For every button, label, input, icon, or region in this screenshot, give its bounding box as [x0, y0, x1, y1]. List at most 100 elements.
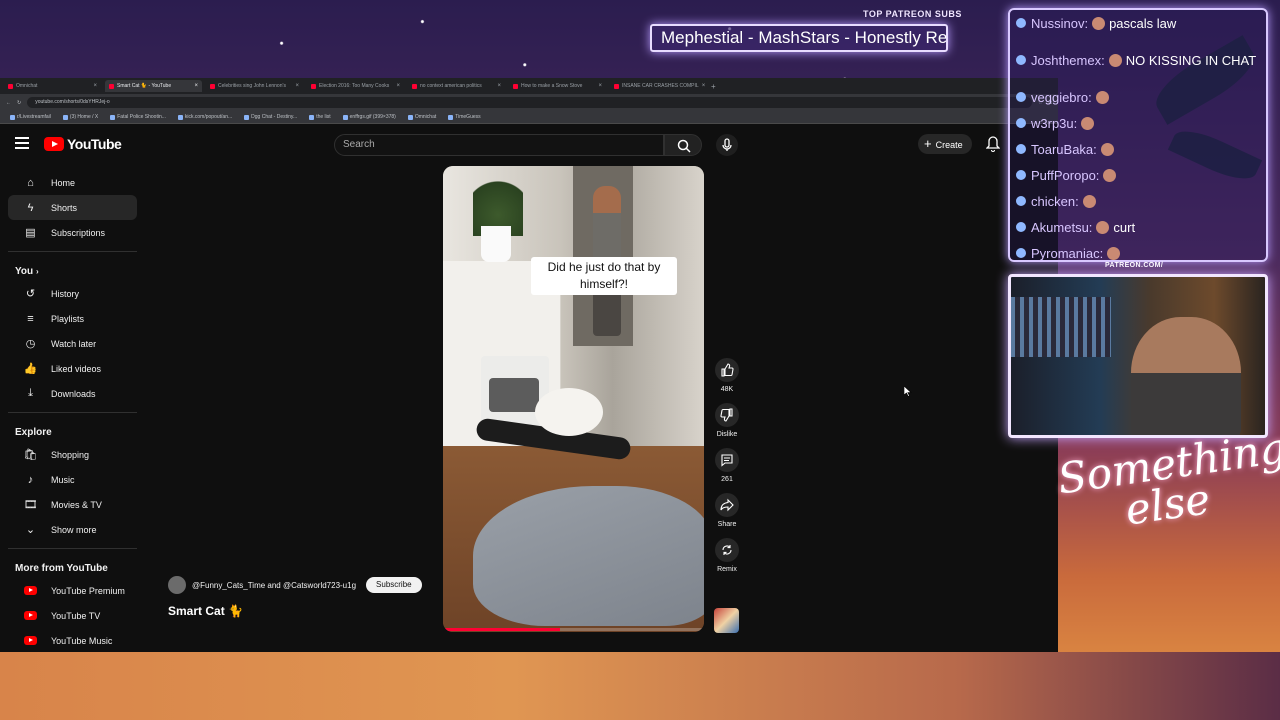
- youtube-red-icon: [24, 634, 37, 647]
- chat-emote-icon: [1092, 16, 1106, 30]
- bookmark-favicon-icon: [407, 114, 413, 120]
- close-tab-icon[interactable]: ×: [194, 83, 198, 89]
- browser-tab[interactable]: How to make a Snow Stove ×: [509, 80, 606, 92]
- tab-favicon-icon: [513, 83, 518, 89]
- sidebar-item-show-more[interactable]: ⌄ Show more: [8, 517, 137, 542]
- chat-username: PuffPoropo:: [1031, 167, 1100, 183]
- browser-tab[interactable]: Smart Cat 🐈 - YouTube ×: [105, 80, 202, 92]
- bookmark-item[interactable]: the list: [309, 114, 331, 120]
- bookmark-favicon-icon: [177, 114, 183, 120]
- bookmark-favicon-icon: [10, 114, 15, 120]
- sidebar-item-youtube-tv[interactable]: YouTube TV: [8, 603, 137, 628]
- back-icon[interactable]: ←: [6, 100, 11, 106]
- sidebar-item-playlists[interactable]: ≡ Playlists: [8, 306, 137, 331]
- sidebar-item-music[interactable]: ♪ Music: [8, 467, 137, 492]
- sidebar-item-watch-later[interactable]: ◷ Watch later: [8, 331, 137, 356]
- tab-favicon-icon: [8, 83, 13, 89]
- bookmark-item[interactable]: Dgg Chat - Destiny...: [244, 114, 297, 120]
- close-tab-icon[interactable]: ×: [702, 83, 706, 89]
- chat-username: Nussinov:: [1031, 15, 1089, 31]
- sidebar-item-home[interactable]: ⌂ Home: [8, 170, 137, 195]
- browser-tab[interactable]: Election 2016: Too Many Cooks ×: [307, 80, 404, 92]
- share-button[interactable]: Share: [712, 493, 742, 528]
- sidebar-divider: [8, 251, 137, 252]
- comments-button[interactable]: 261: [712, 448, 742, 483]
- bookmark-item[interactable]: Fatal Police Shootin...: [110, 114, 166, 120]
- reload-icon[interactable]: ↻: [17, 100, 21, 106]
- voice-search-button[interactable]: [716, 134, 738, 156]
- sidebar-divider: [8, 412, 137, 413]
- like-button[interactable]: 48K: [712, 358, 742, 393]
- url-field[interactable]: youtube.com/shorts/0dsYHRJej-o: [27, 97, 1032, 108]
- chevron-down-icon: ⌄: [25, 524, 36, 536]
- browser-tab[interactable]: INSANE CAR CRASHES COMPIL ×: [610, 80, 707, 92]
- dislike-button[interactable]: Dislike: [712, 403, 742, 438]
- sidebar-item-shopping[interactable]: 🛍 Shopping: [8, 442, 137, 467]
- webcam-overlay: [1008, 274, 1268, 438]
- sidebar-more-header[interactable]: More from YouTube: [0, 555, 145, 578]
- short-actions: 48K Dislike 261 Share Remix: [712, 358, 742, 583]
- sound-thumbnail[interactable]: [714, 608, 739, 633]
- sidebar-you-header[interactable]: You ›: [0, 258, 145, 281]
- channel-avatar[interactable]: [168, 576, 186, 594]
- watch-later-icon: ◷: [25, 338, 36, 350]
- chat-badge-icon: [1016, 18, 1026, 28]
- downloads-icon: ⤓: [28, 387, 33, 399]
- search-button[interactable]: [664, 134, 702, 156]
- video-progress-bar[interactable]: [443, 628, 704, 631]
- microphone-icon: [722, 138, 732, 151]
- bookmark-item[interactable]: r/Livestreamfail: [10, 114, 51, 120]
- browser-tab[interactable]: no context american politics ×: [408, 80, 505, 92]
- thumbs-down-icon: [720, 408, 733, 422]
- sidebar-item-downloads[interactable]: ⤓ Downloads: [8, 381, 137, 406]
- comment-count: 261: [721, 476, 733, 483]
- webcam-shelf: [1011, 297, 1111, 357]
- new-tab-icon[interactable]: +: [711, 82, 716, 91]
- sidebar-item-liked-videos[interactable]: 👍 Liked videos: [8, 356, 137, 381]
- create-button[interactable]: + Create: [918, 134, 972, 154]
- sidebar-item-movies-tv[interactable]: 🎞 Movies & TV: [8, 492, 137, 517]
- menu-icon[interactable]: [15, 137, 29, 149]
- subscriptions-icon: ▤: [25, 227, 36, 239]
- sidebar-item-subscriptions[interactable]: ▤ Subscriptions: [8, 220, 137, 245]
- sidebar-item-history[interactable]: ↺ History: [8, 281, 137, 306]
- chat-emote-icon: [1082, 194, 1096, 208]
- channel-name[interactable]: @Funny_Cats_Time and @Catsworld723-u1g: [192, 581, 356, 590]
- comment-icon: [721, 454, 733, 467]
- search-input[interactable]: Search: [334, 134, 664, 156]
- notifications-bell-icon[interactable]: [986, 136, 1000, 152]
- search-icon: [677, 139, 691, 153]
- home-icon: ⌂: [27, 176, 34, 189]
- chat-username: w3rp3u:: [1031, 115, 1078, 131]
- browser-tab[interactable]: Omnichat ×: [4, 80, 101, 92]
- share-icon: [720, 498, 734, 512]
- close-tab-icon[interactable]: ×: [93, 83, 97, 89]
- sidebar-item-youtube-music[interactable]: YouTube Music: [8, 628, 137, 652]
- close-tab-icon[interactable]: ×: [396, 83, 400, 89]
- chat-badge-icon: [1016, 144, 1026, 154]
- bookmark-favicon-icon: [244, 114, 250, 120]
- bookmark-item[interactable]: (3) Home / X: [62, 114, 98, 120]
- subscribe-button[interactable]: Subscribe: [366, 577, 422, 593]
- bookmark-item[interactable]: enffrgs.gif (399×378): [342, 114, 396, 120]
- chat-text: curt: [1113, 219, 1136, 235]
- bookmark-item[interactable]: TimeGuess: [448, 114, 481, 120]
- sidebar-item-shorts[interactable]: ϟ Shorts: [8, 195, 137, 220]
- youtube-logo[interactable]: YouTube: [44, 136, 122, 152]
- chat-emote-icon: [1100, 142, 1114, 156]
- sidebar-explore-header[interactable]: Explore: [0, 419, 145, 442]
- short-video-player[interactable]: Did he just do that by himself?!: [443, 166, 704, 632]
- chat-badge-icon: [1016, 248, 1026, 258]
- browser-tab[interactable]: Celebrities sing John Lennon's ×: [206, 80, 303, 92]
- close-tab-icon[interactable]: ×: [598, 83, 602, 89]
- youtube-play-icon: [44, 137, 64, 151]
- close-tab-icon[interactable]: ×: [295, 83, 299, 89]
- bookmark-item[interactable]: kick.com/popout/an...: [177, 114, 232, 120]
- remix-button[interactable]: Remix: [712, 538, 742, 573]
- bookmark-item[interactable]: Omnichat: [407, 114, 436, 120]
- mouse-cursor-icon: [904, 386, 912, 397]
- sidebar-item-youtube-premium[interactable]: YouTube Premium: [8, 578, 137, 603]
- video-progress-fill: [443, 628, 561, 631]
- close-tab-icon[interactable]: ×: [497, 83, 501, 89]
- shorts-icon: ϟ: [27, 201, 34, 214]
